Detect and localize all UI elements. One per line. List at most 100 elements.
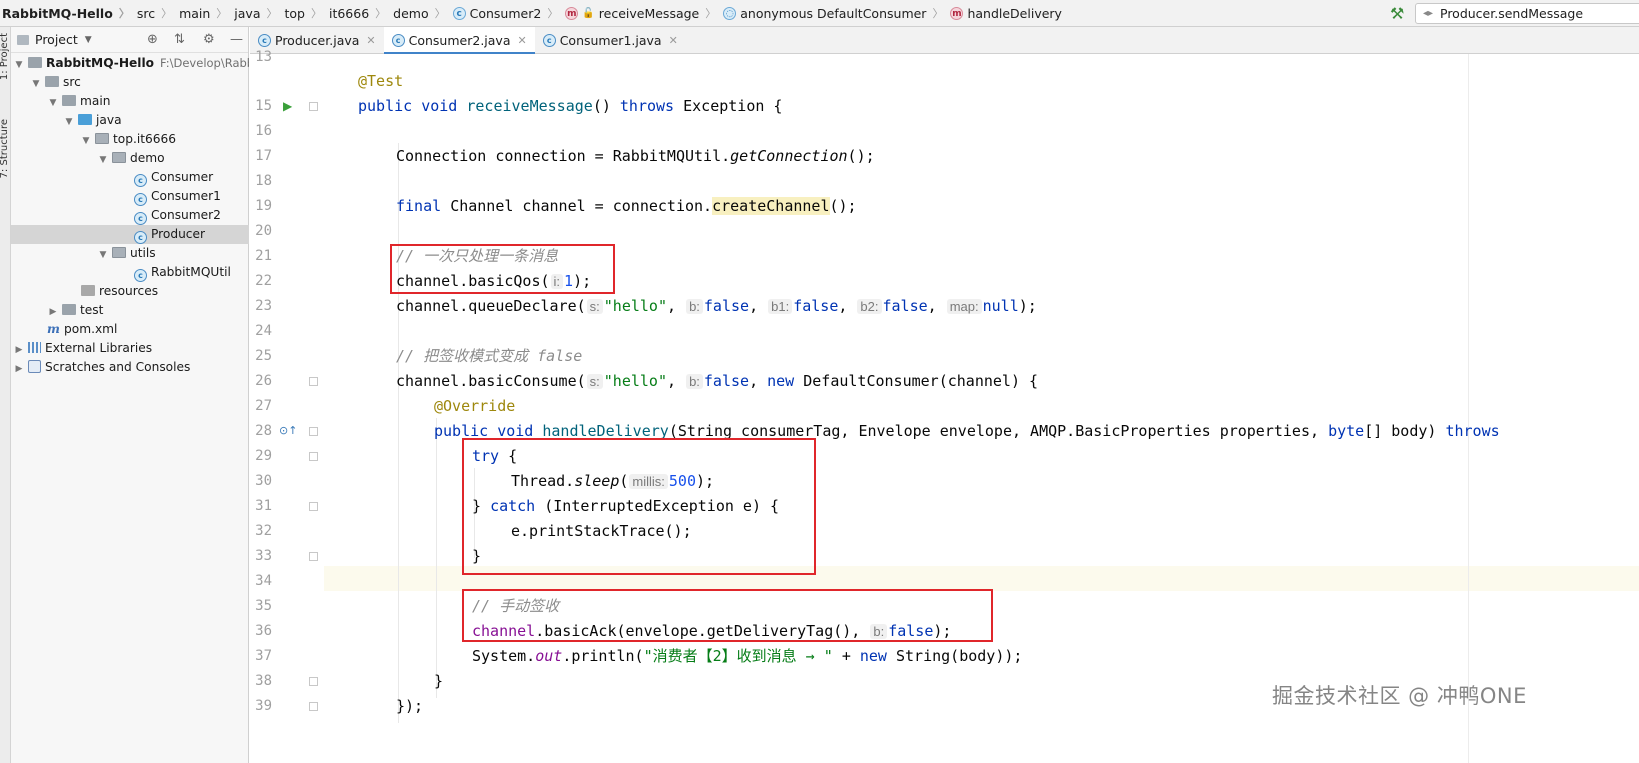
breadcrumb-item-project[interactable]: RabbitMQ-Hello 〉 <box>0 0 135 26</box>
expand-arrow-icon[interactable]: ▼ <box>98 151 108 168</box>
fold-marker[interactable] <box>309 502 318 511</box>
tree-item-consumer1[interactable]: c Consumer1 <box>11 187 249 206</box>
breadcrumb-label: top <box>284 5 305 21</box>
package-icon <box>95 133 109 144</box>
tree-item-java[interactable]: ▼ java <box>11 111 249 130</box>
tree-item-demo[interactable]: ▼ demo <box>11 149 249 168</box>
run-configuration-selector[interactable]: ◂▸ Producer.sendMessage <box>1415 3 1639 24</box>
tree-item-label: top.it6666 <box>113 132 177 146</box>
tree-item-label: RabbitMQ-Hello <box>46 56 155 70</box>
expand-arrow-icon[interactable]: ▶ <box>48 303 58 320</box>
highlighted-method-token: createChannel <box>712 197 830 215</box>
breadcrumb-label: main <box>179 5 211 21</box>
code-line-38: } <box>434 669 443 694</box>
keyword-token: null <box>982 297 1019 315</box>
fold-marker[interactable] <box>309 102 318 111</box>
collapse-all-icon[interactable]: ⇅ <box>174 32 185 47</box>
expand-arrow-icon[interactable]: ▶ <box>14 360 24 377</box>
java-class-icon: c <box>258 34 271 47</box>
tree-item-rabbitmqutil[interactable]: c RabbitMQUtil <box>11 263 249 282</box>
close-icon[interactable]: ✕ <box>517 34 526 47</box>
breadcrumb-item-consumer2[interactable]: c Consumer2 〉 <box>451 0 564 26</box>
breadcrumb-item-java[interactable]: java 〉 <box>232 0 282 26</box>
code-token: , <box>749 372 759 390</box>
tree-item-label: resources <box>99 284 159 298</box>
code-token: , <box>667 297 677 315</box>
tree-item-resources[interactable]: resources <box>11 282 249 301</box>
method-name-token: receiveMessage <box>466 97 593 115</box>
line-number: 28 <box>255 423 272 439</box>
tab-consumer1-java[interactable]: c Consumer1.java ✕ <box>535 27 686 54</box>
close-icon[interactable]: ✕ <box>366 34 375 47</box>
tree-item-pom-xml[interactable]: m pom.xml <box>11 320 249 339</box>
folder-icon <box>45 76 59 87</box>
breadcrumb-item-top[interactable]: top 〉 <box>283 0 327 26</box>
fold-marker[interactable] <box>309 427 318 436</box>
highlight-box-try-catch <box>462 438 816 575</box>
expand-arrow-icon[interactable]: ▶ <box>14 341 24 358</box>
tree-item-label: java <box>96 113 122 127</box>
code-token: DefaultConsumer(channel) { <box>803 372 1039 390</box>
expand-arrow-icon[interactable]: ▼ <box>48 94 58 111</box>
fold-marker[interactable] <box>309 452 318 461</box>
code-token: () <box>592 97 611 115</box>
minimize-icon[interactable]: — <box>230 32 243 47</box>
tree-item-consumer[interactable]: c Consumer <box>11 168 249 187</box>
code-token: , <box>838 297 848 315</box>
expand-arrow-icon[interactable]: ▼ <box>64 113 74 130</box>
tree-item-test[interactable]: ▶ test <box>11 301 249 320</box>
run-test-icon[interactable]: ▶ <box>283 99 292 113</box>
breadcrumb-item-handle-delivery[interactable]: m handleDelivery <box>948 0 1062 26</box>
expand-arrow-icon[interactable]: ▼ <box>31 75 41 92</box>
parameter-hint: b: <box>686 374 703 389</box>
code-token: channel.queueDeclare( <box>396 297 586 315</box>
project-tool-tab[interactable]: 1: Project <box>0 33 11 80</box>
tree-item-src[interactable]: ▼ src <box>11 73 249 92</box>
maven-file-icon: m <box>47 322 60 336</box>
fold-marker[interactable] <box>309 552 318 561</box>
build-hammer-icon[interactable]: ⚒ <box>1390 4 1404 23</box>
code-line-27: @Override <box>434 394 515 419</box>
tree-item-external-libraries[interactable]: ▶ External Libraries <box>11 339 249 358</box>
tree-item-producer[interactable]: c Producer <box>11 225 249 244</box>
breadcrumb-item-src[interactable]: src 〉 <box>135 0 177 26</box>
line-number: 30 <box>255 473 272 489</box>
line-number: 38 <box>255 673 272 689</box>
code-token: Connection connection = RabbitMQUtil. <box>396 147 731 165</box>
fold-marker[interactable] <box>309 377 318 386</box>
fold-marker[interactable] <box>309 677 318 686</box>
tab-consumer2-java[interactable]: c Consumer2.java ✕ <box>383 27 535 55</box>
locate-file-icon[interactable]: ⊕ <box>147 32 158 47</box>
breadcrumb-label: Consumer2 <box>469 5 542 21</box>
watermark-text: 掘金技术社区 @ 冲鸭ONE <box>1272 684 1527 708</box>
breadcrumb-item-main[interactable]: main 〉 <box>177 0 232 26</box>
tree-item-top-it6666[interactable]: ▼ top.it6666 <box>11 130 249 149</box>
tree-item-scratches[interactable]: ▶ Scratches and Consoles <box>11 358 249 377</box>
expand-arrow-icon[interactable]: ▼ <box>14 56 24 73</box>
tree-item-main[interactable]: ▼ main <box>11 92 249 111</box>
fold-marker[interactable] <box>309 702 318 711</box>
close-icon[interactable]: ✕ <box>669 34 678 47</box>
tree-item-utils[interactable]: ▼ utils <box>11 244 249 263</box>
line-number: 19 <box>255 198 272 214</box>
module-folder-icon <box>28 57 42 68</box>
indent-guide <box>436 418 437 698</box>
expand-arrow-icon[interactable]: ▼ <box>81 132 91 149</box>
code-editor[interactable]: @Test public void receiveMessage() throw… <box>324 54 1639 763</box>
breadcrumb-item-anonymous-consumer[interactable]: ◌ anonymous DefaultConsumer 〉 <box>721 0 948 26</box>
project-view-selector[interactable]: Project ▼ <box>17 32 92 47</box>
tree-item-label: Producer <box>151 227 206 241</box>
expand-arrow-icon[interactable]: ▼ <box>98 246 108 263</box>
breadcrumb-item-demo[interactable]: demo 〉 <box>391 0 450 26</box>
gear-icon[interactable]: ⚙ <box>203 32 215 47</box>
tree-item-consumer2[interactable]: c Consumer2 <box>11 206 249 225</box>
code-token: , <box>749 297 759 315</box>
breadcrumb-label: demo <box>393 5 429 21</box>
structure-tool-tab[interactable]: 7: Structure <box>0 119 11 178</box>
tree-item-project-root[interactable]: ▼ RabbitMQ-Hello F:\Develop\RabbitMQ <box>11 54 249 73</box>
override-method-icon[interactable]: ⊙↑ <box>279 424 297 437</box>
breadcrumb-item-it6666[interactable]: it6666 〉 <box>327 0 391 26</box>
breadcrumb-item-receive-message[interactable]: m 🔓 receiveMessage 〉 <box>563 0 721 26</box>
java-class-icon: c <box>134 212 147 225</box>
breadcrumb-label: receiveMessage <box>598 5 700 21</box>
